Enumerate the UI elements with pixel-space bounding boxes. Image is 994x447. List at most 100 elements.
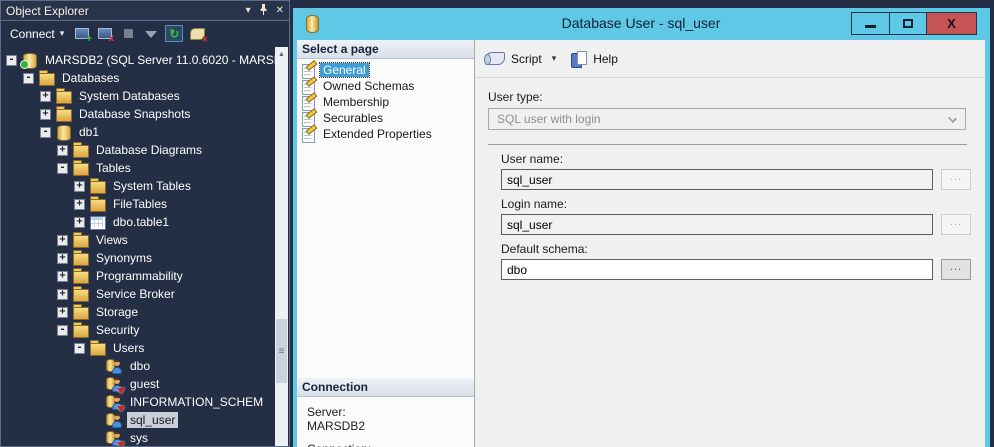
help-button[interactable]: Help [593, 52, 618, 66]
connect-button[interactable]: Connect ▾ [7, 26, 67, 42]
tree-item-filetables[interactable]: +FileTables [2, 195, 288, 213]
pin-icon[interactable] [259, 4, 268, 18]
collapse-icon[interactable]: - [74, 343, 85, 354]
user-form: User type: SQL user with login User name… [475, 78, 985, 280]
tree-item-dbo-table1[interactable]: +dbo.table1 [2, 213, 288, 231]
page-item-securables[interactable]: Securables [300, 110, 474, 126]
maximize-icon [903, 19, 913, 28]
close-icon[interactable]: ✕ [276, 5, 284, 16]
user-type-label: User type: [488, 90, 985, 104]
tree-item-security[interactable]: -Security [2, 321, 288, 339]
tree-item-users[interactable]: -Users [2, 339, 288, 357]
tree-item-storage[interactable]: + Storage [2, 303, 288, 321]
connection-header: Connection [297, 378, 474, 397]
window-position-icon[interactable]: ▾ [246, 5, 251, 16]
tree-item-marsdb2-sql-server-11-0-6020-marsd[interactable]: - MARSDB2 (SQL Server 11.0.6020 - MARSD [2, 51, 288, 69]
tree-item-programmability[interactable]: +Programmability [2, 267, 288, 285]
page-icon [302, 127, 315, 141]
connect-button-label: Connect [10, 27, 55, 41]
expand-icon[interactable]: + [57, 235, 68, 246]
page-item-label: General [320, 63, 369, 77]
script-icon [485, 52, 505, 65]
folder-icon [72, 232, 89, 248]
tree-item-dbo[interactable]: dbo [2, 357, 288, 375]
select-a-page-header: Select a page [297, 40, 474, 59]
default-schema-browse-button[interactable]: ... [941, 259, 971, 280]
tree-item-system-databases[interactable]: +System Databases [2, 87, 288, 105]
folder-icon [72, 286, 89, 302]
tree-item-databases[interactable]: -Databases [2, 69, 288, 87]
collapse-icon[interactable]: - [6, 55, 17, 66]
tree-item-label: Storage [93, 304, 141, 320]
expand-icon[interactable]: + [57, 307, 68, 318]
script-dropdown-arrow[interactable]: ▾ [552, 53, 557, 64]
dialog-titlebar[interactable]: Database User - sql_user X [297, 8, 985, 40]
login-name-input[interactable] [501, 214, 933, 235]
collapse-icon[interactable]: - [57, 163, 68, 174]
tree-item-db1[interactable]: -db1 [2, 123, 288, 141]
folder-icon [72, 142, 89, 158]
user-name-label: User name: [501, 152, 985, 166]
tree-scrollbar[interactable]: ▲ ≡ [275, 47, 288, 446]
folder-icon [72, 268, 89, 284]
page-item-membership[interactable]: Membership [300, 94, 474, 110]
tree-item-system-tables[interactable]: +System Tables [2, 177, 288, 195]
tree-item-sql-user[interactable]: sql_user [2, 411, 288, 429]
folder-icon [72, 322, 89, 338]
default-schema-input[interactable] [501, 259, 933, 280]
tree-item-database-snapshots[interactable]: + Database Snapshots [2, 105, 288, 123]
folder-icon [89, 196, 106, 212]
folder-icon [89, 340, 106, 356]
tree-item-database-diagrams[interactable]: + Database Diagrams [2, 141, 288, 159]
expand-icon[interactable]: + [40, 109, 51, 120]
folder-icon [72, 304, 89, 320]
tree-item-label: Service Broker [93, 286, 178, 302]
tree-item-label: MARSDB2 (SQL Server 11.0.6020 - MARSD [42, 52, 285, 68]
user-name-browse-button[interactable]: ... [941, 169, 971, 190]
expand-icon[interactable]: + [57, 289, 68, 300]
tree-item-synonyms[interactable]: +Synonyms [2, 249, 288, 267]
expand-icon[interactable]: + [57, 271, 68, 282]
page-item-owned-schemas[interactable]: Owned Schemas [300, 78, 474, 94]
scrollbar-up-icon[interactable]: ▲ [275, 47, 288, 61]
tree-item-label: sql_user [127, 412, 178, 428]
refresh-icon[interactable]: ↻ [165, 25, 183, 42]
user-type-value: SQL user with login [497, 112, 601, 126]
disconnect-icon[interactable] [96, 25, 114, 42]
minimize-button[interactable] [852, 13, 889, 34]
tree-item-guest[interactable]: guest [2, 375, 288, 393]
expand-icon[interactable]: + [57, 145, 68, 156]
filter-icon[interactable] [142, 25, 160, 42]
collapse-icon[interactable]: - [40, 127, 51, 138]
login-name-browse-button[interactable]: ... [941, 214, 971, 235]
expand-icon[interactable]: + [74, 199, 85, 210]
scrollbar-thumb[interactable]: ≡ [276, 319, 287, 383]
page-item-general[interactable]: General [300, 62, 474, 78]
user-name-input[interactable] [501, 169, 933, 190]
collapse-icon[interactable]: - [23, 73, 34, 84]
page-item-label: Owned Schemas [320, 79, 417, 93]
tree-item-label: Database Diagrams [93, 142, 205, 158]
maximize-button[interactable] [889, 13, 926, 34]
close-button[interactable]: X [926, 13, 976, 34]
login-name-label: Login name: [501, 197, 985, 211]
script-error-icon[interactable] [188, 25, 206, 42]
user-type-select[interactable]: SQL user with login [488, 108, 966, 130]
tree-item-tables[interactable]: -Tables [2, 159, 288, 177]
collapse-icon[interactable]: - [57, 325, 68, 336]
tree-item-label: Database Snapshots [76, 106, 193, 122]
tree-item-sys[interactable]: sys [2, 429, 288, 446]
expand-icon[interactable]: + [57, 253, 68, 264]
script-button[interactable]: Script [511, 52, 542, 66]
stop-icon[interactable] [119, 25, 137, 42]
tree-item-information-schem[interactable]: INFORMATION_SCHEM [2, 393, 288, 411]
object-explorer-toolbar-icons: ↻ [73, 25, 206, 42]
tree-item-views[interactable]: +Views [2, 231, 288, 249]
expand-icon[interactable]: + [40, 91, 51, 102]
page-item-extended-properties[interactable]: Extended Properties [300, 126, 474, 142]
folder-icon [55, 88, 72, 104]
expand-icon[interactable]: + [74, 217, 85, 228]
connect-icon[interactable] [73, 25, 91, 42]
tree-item-service-broker[interactable]: + Service Broker [2, 285, 288, 303]
expand-icon[interactable]: + [74, 181, 85, 192]
